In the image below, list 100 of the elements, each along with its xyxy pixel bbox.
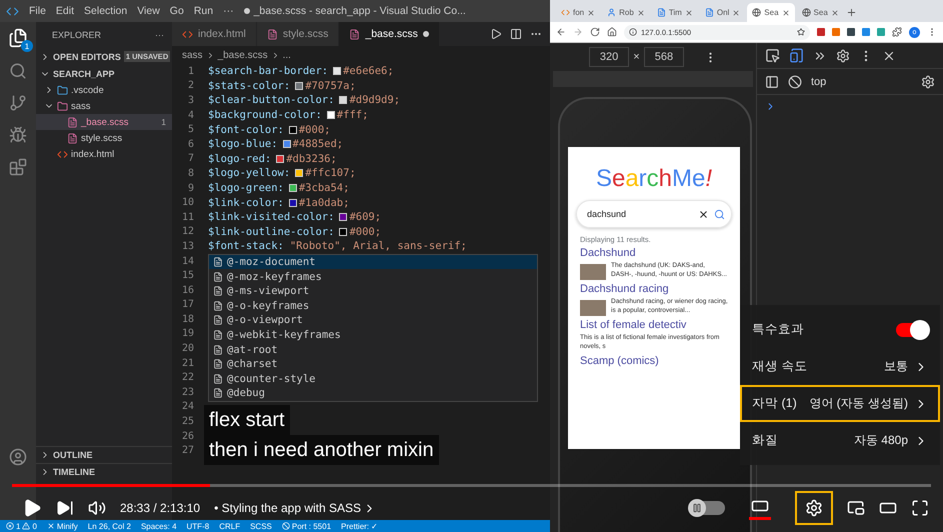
menu-item[interactable]: File: [29, 5, 46, 17]
file-tree-item[interactable]: .vscode: [36, 82, 172, 98]
line-number: 9: [186, 182, 195, 194]
play-icon[interactable]: [490, 28, 502, 40]
height-field[interactable]: 568: [644, 47, 684, 67]
back-icon[interactable]: [556, 27, 566, 37]
suggestion-item[interactable]: @counter-style: [209, 372, 537, 386]
browser-tab[interactable]: fon: [556, 3, 600, 22]
bug-icon[interactable]: [9, 126, 27, 144]
device-icon[interactable]: [789, 48, 804, 63]
menu-item[interactable]: Selection: [84, 5, 128, 17]
status-item[interactable]: Port : 5501: [282, 522, 332, 530]
code-token: $font-stack:: [208, 240, 284, 252]
project-header[interactable]: SEARCH_APP: [36, 65, 172, 82]
reload-icon[interactable]: [590, 27, 600, 37]
next-icon[interactable]: [56, 499, 74, 517]
toggle-switch[interactable]: [896, 322, 928, 336]
browser-tab[interactable]: Tim: [652, 3, 698, 22]
clear-icon[interactable]: [698, 208, 709, 220]
suggestion-item[interactable]: @debug: [209, 386, 537, 401]
search-icon[interactable]: [714, 208, 725, 220]
panel-section-header[interactable]: OUTLINE: [36, 446, 172, 463]
star-icon[interactable]: [797, 28, 805, 36]
more-actions[interactable]: ···: [155, 30, 164, 40]
browser-tab[interactable]: Rob: [602, 3, 650, 22]
suggestion-item[interactable]: @-ms-viewport: [209, 284, 537, 299]
suggestion-item[interactable]: @-o-viewport: [209, 313, 537, 328]
suggestion-item[interactable]: @-webkit-keyframes: [209, 328, 537, 342]
pause-icon: [692, 503, 702, 513]
close-icon[interactable]: [732, 8, 740, 16]
search-field[interactable]: dachsund: [576, 200, 732, 228]
result-link[interactable]: Dachshund racing: [576, 283, 732, 295]
context-selector[interactable]: top: [811, 76, 826, 88]
settings-menu-item[interactable]: 자막 (1) 영어 (자동 생성됨): [740, 385, 940, 422]
menu-item[interactable]: Run: [194, 5, 214, 17]
status-item[interactable]: Prettier: ✓: [341, 522, 378, 530]
settings-menu-item[interactable]: 재생 속도 보통: [740, 348, 940, 385]
status-item[interactable]: Spaces: 4: [140, 522, 177, 530]
problems-indicator[interactable]: 1 0: [6, 522, 37, 530]
clear-console-icon[interactable]: [788, 74, 802, 88]
close-icon[interactable]: [782, 8, 790, 16]
menu-item[interactable]: Go: [170, 5, 184, 17]
panel-section-header[interactable]: TIMELINE: [36, 463, 172, 480]
result-link[interactable]: Dachshund: [576, 247, 732, 259]
close-icon[interactable]: [587, 8, 596, 16]
file-tree-item[interactable]: sass: [36, 98, 172, 114]
browser-tab[interactable]: Sea: [747, 3, 795, 22]
menu-item[interactable]: ···: [223, 5, 234, 17]
sidebar-title: EXPLORER: [52, 30, 102, 40]
status-item[interactable]: CRLF: [219, 522, 240, 530]
autoplay-toggle[interactable]: [689, 501, 725, 515]
menu-item[interactable]: View: [137, 5, 160, 17]
file-tree-item[interactable]: style.scss: [36, 130, 172, 146]
status-item[interactable]: UTF-8: [186, 522, 210, 530]
settings-button[interactable]: [795, 491, 833, 525]
settings-menu-item[interactable]: 화질 자동 480p: [740, 422, 940, 459]
volume-icon[interactable]: [88, 499, 106, 517]
close-icon[interactable]: [636, 8, 645, 16]
browser-tab[interactable]: Sea: [796, 3, 844, 22]
split-editor-icon[interactable]: [510, 28, 522, 40]
status-item[interactable]: Ln 26, Col 2: [88, 522, 131, 530]
close-icon[interactable]: [684, 8, 693, 16]
editor-tab[interactable]: _base.scss: [339, 22, 440, 46]
editor-tab[interactable]: style.scss: [256, 22, 340, 46]
chapter-link[interactable]: • Styling the app with SASS: [214, 501, 376, 515]
search-icon[interactable]: [9, 62, 27, 80]
breadcrumb-item[interactable]: sass: [182, 50, 203, 60]
status-item[interactable]: Minify: [46, 522, 78, 530]
result-link[interactable]: List of female detectiv: [576, 319, 732, 331]
progress-track[interactable]: [12, 484, 931, 487]
settings-icon[interactable]: [921, 74, 935, 88]
branch-icon[interactable]: [9, 94, 27, 112]
puzzle-icon[interactable]: [892, 27, 902, 37]
breadcrumb-item[interactable]: _base.scss: [218, 50, 268, 60]
suggestion-item[interactable]: @-moz-keyframes: [209, 269, 537, 284]
file-tree-item[interactable]: _base.scss 1: [36, 114, 172, 130]
miniplayer-icon[interactable]: [847, 499, 865, 517]
inspect-icon[interactable]: [765, 48, 780, 63]
editor-tab[interactable]: index.html: [172, 22, 257, 46]
close-icon[interactable]: [830, 8, 839, 16]
menu-item[interactable]: Edit: [56, 5, 74, 17]
settings-menu-item[interactable]: 특수효과: [740, 311, 940, 348]
width-field[interactable]: 320: [588, 47, 630, 67]
suggestion-item[interactable]: @-o-keyframes: [209, 298, 537, 314]
fullscreen-icon[interactable]: [911, 499, 929, 517]
settings-icon[interactable]: [836, 48, 850, 62]
browser-tab[interactable]: Onl: [700, 3, 746, 22]
account-icon[interactable]: [9, 448, 27, 466]
new-tab-icon[interactable]: [846, 7, 857, 18]
sidebar-icon[interactable]: [765, 74, 779, 88]
breadcrumb-item[interactable]: ...: [282, 50, 291, 60]
suggestion-item[interactable]: @-moz-document: [209, 254, 537, 270]
file-tree-item[interactable]: index.html: [36, 146, 172, 162]
home-icon[interactable]: [607, 27, 617, 37]
suggestion-item[interactable]: @charset: [209, 356, 537, 372]
suggestion-item[interactable]: @at-root: [209, 342, 537, 357]
files-icon[interactable]: [8, 28, 28, 48]
blocks-icon[interactable]: [9, 158, 27, 176]
status-item[interactable]: SCSS: [250, 522, 272, 530]
result-link[interactable]: Scamp (comics): [576, 354, 732, 367]
